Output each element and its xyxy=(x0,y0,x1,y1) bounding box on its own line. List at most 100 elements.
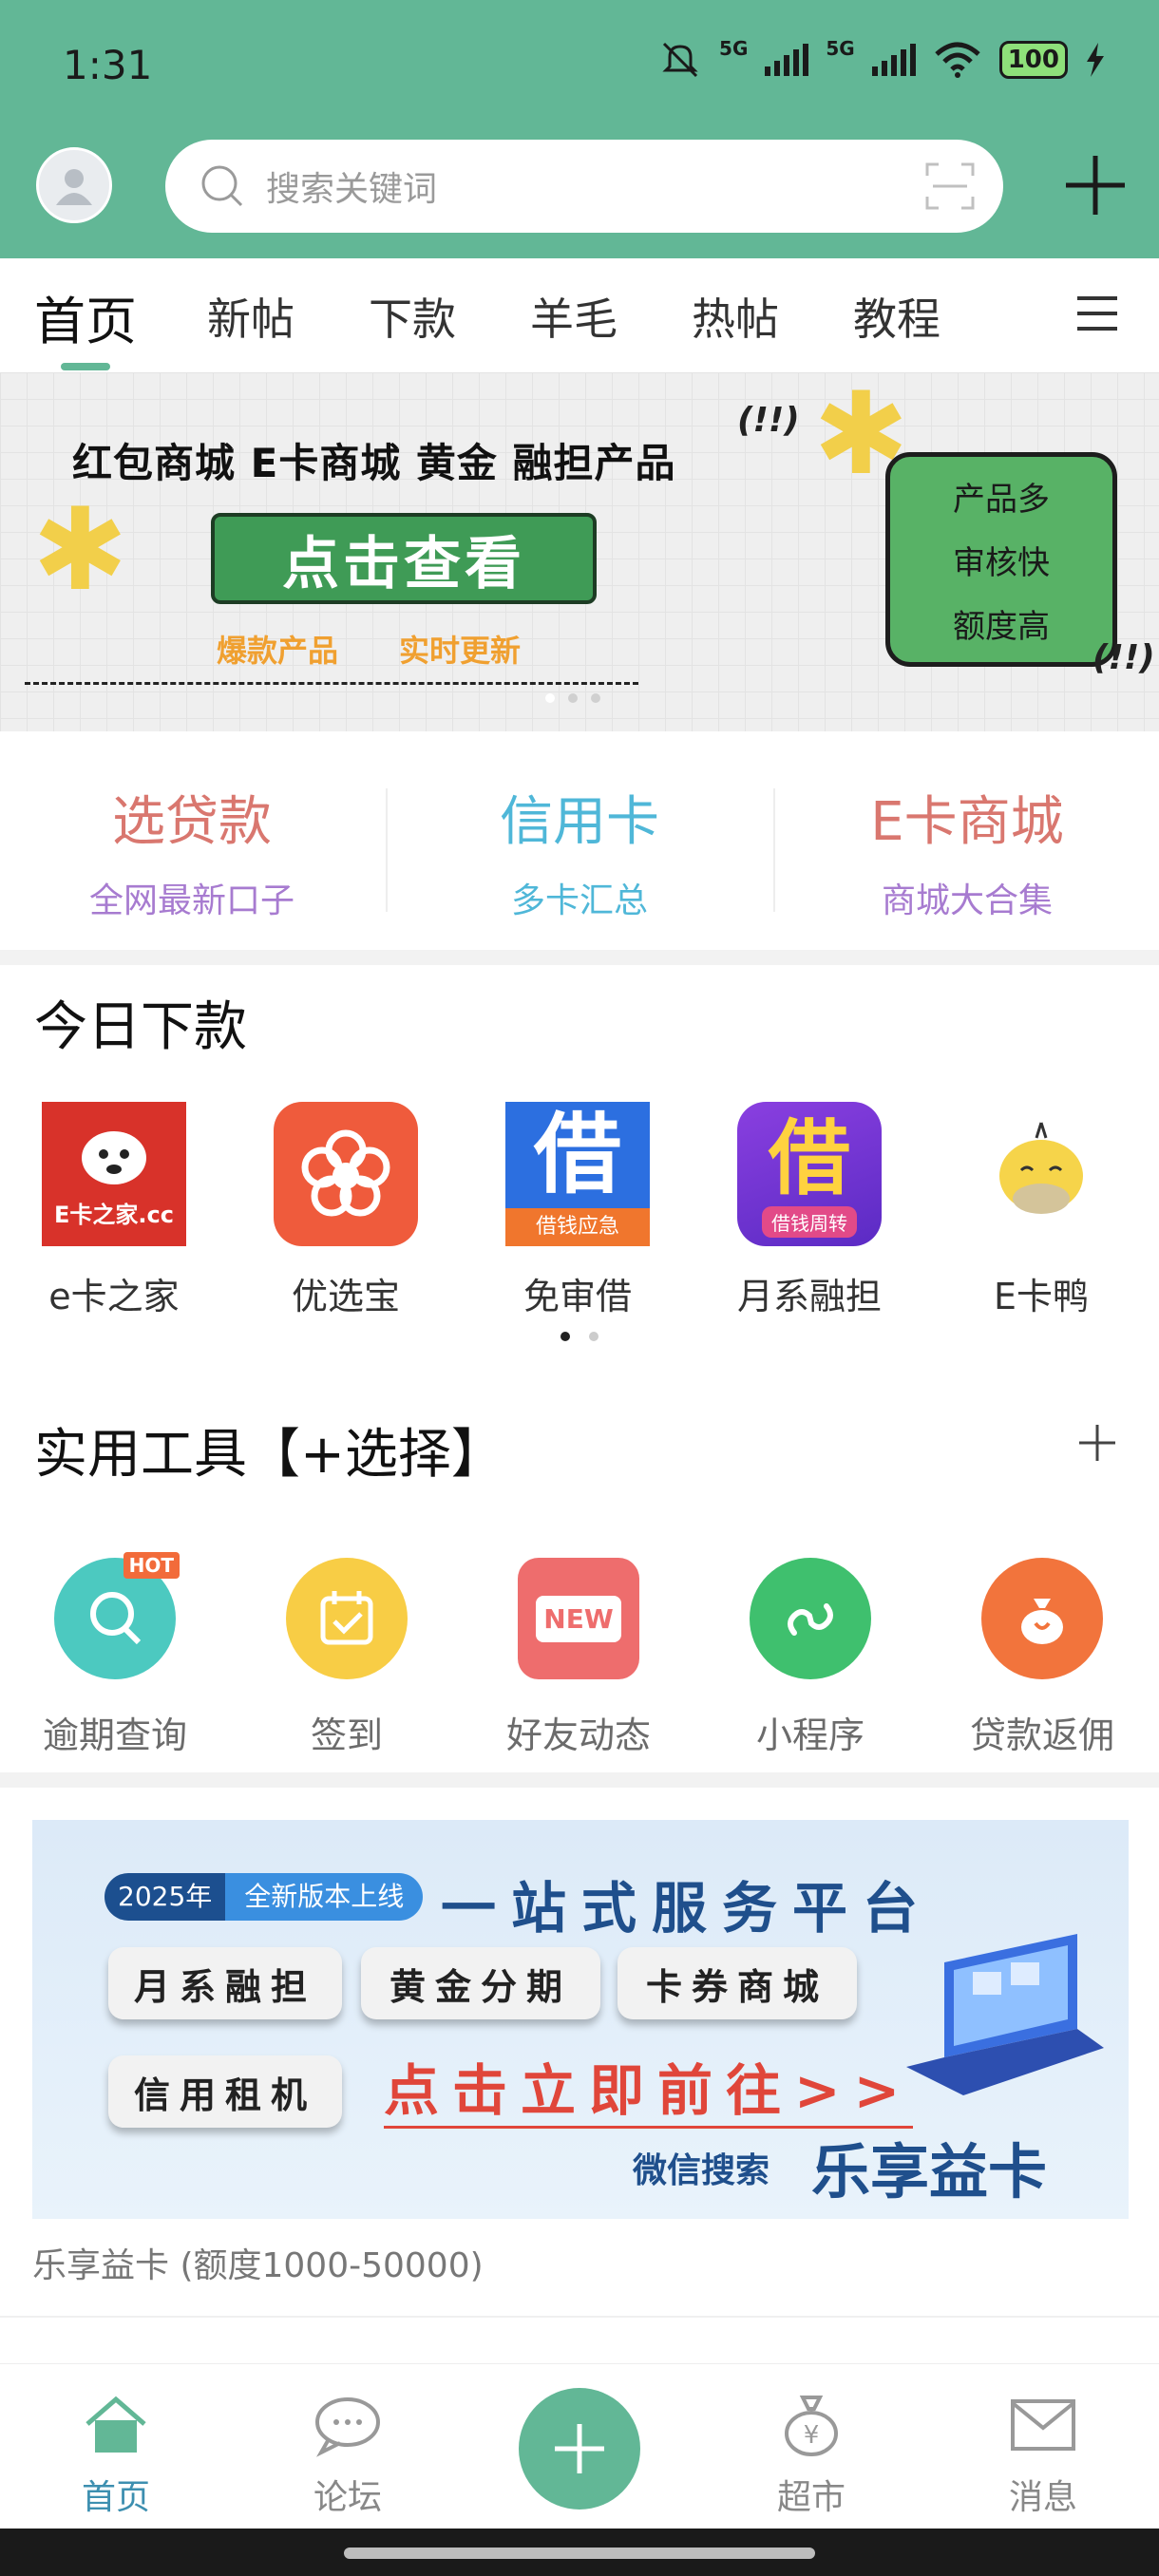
home-icon xyxy=(86,2396,146,2453)
divider xyxy=(386,788,388,912)
app-label: 优选宝 xyxy=(291,1276,400,1317)
carousel-dot-active xyxy=(560,1332,570,1341)
banner-sub-hot: 爆款产品 xyxy=(217,633,339,669)
wifi-icon xyxy=(935,42,980,78)
home-indicator[interactable] xyxy=(344,2548,815,2559)
ad-pill-4: 信用租机 xyxy=(108,2055,342,2128)
avatar[interactable] xyxy=(36,147,112,223)
search-bar[interactable]: 搜索关键词 xyxy=(165,140,1003,233)
new-badge: NEW xyxy=(536,1595,621,1642)
ad-headline: 一站式服务平台 xyxy=(441,1876,934,1941)
tool-friend-activity[interactable]: NEW 好友动态 xyxy=(469,1558,688,1758)
signal-bars-icon-2 xyxy=(871,44,916,76)
banner-sub-update: 实时更新 xyxy=(399,633,522,669)
ad-brand: 乐享益卡 xyxy=(811,2137,1048,2207)
ad-cta[interactable]: 点击立即前往>> xyxy=(384,2046,914,2129)
app-icon-sub: 借钱周转 xyxy=(762,1205,857,1238)
nav-home[interactable]: 首页 xyxy=(40,2392,192,2519)
status-time: 1:31 xyxy=(63,42,153,88)
menu-icon[interactable] xyxy=(1075,294,1119,332)
app-youxuanbao[interactable]: 优选宝 xyxy=(241,1102,450,1319)
duck-icon xyxy=(969,1102,1113,1246)
mini-program-icon xyxy=(750,1558,871,1679)
add-icon[interactable] xyxy=(1062,152,1129,218)
envelope-icon xyxy=(1011,2399,1075,2451)
tab-home[interactable]: 首页 xyxy=(34,279,137,354)
tool-loan-rebate[interactable]: 贷款返佣 xyxy=(933,1558,1151,1758)
feature-2: 审核快 xyxy=(953,543,1050,582)
ad-pill-3: 卡券商城 xyxy=(618,1947,857,2019)
svg-text:¥: ¥ xyxy=(804,2421,820,2450)
nav-label: 超市 xyxy=(776,2478,846,2517)
nav-market[interactable]: ¥ 超市 xyxy=(735,2392,887,2519)
tab-approvals[interactable]: 下款 xyxy=(369,285,456,348)
tool-label: 贷款返佣 xyxy=(969,1714,1114,1756)
scan-icon[interactable] xyxy=(925,162,975,210)
ad-tag-year: 2025年 xyxy=(104,1873,226,1921)
section-title-today: 今日下款 xyxy=(34,996,247,1058)
nav-forum[interactable]: 论坛 xyxy=(272,2392,424,2519)
app-icon-text: 借 xyxy=(533,1104,621,1205)
tool-overdue-query[interactable]: HOT 逾期查询 xyxy=(6,1552,224,1758)
divider xyxy=(773,788,775,912)
dog-icon xyxy=(82,1130,146,1184)
tab-tutorials[interactable]: 教程 xyxy=(853,285,940,348)
signal-bars-icon xyxy=(765,44,809,76)
quick-link-title: 选贷款 xyxy=(112,791,272,853)
search-icon xyxy=(201,165,243,207)
tab-deals[interactable]: 羊毛 xyxy=(530,285,618,348)
tool-mini-program[interactable]: 小程序 xyxy=(701,1558,920,1758)
app-yuexi-rongdan[interactable]: 借 借钱周转 月系融担 xyxy=(705,1102,914,1319)
quick-link-sub: 商城大合集 xyxy=(881,881,1053,920)
ad-caption: 乐享益卡 (额度1000-50000) xyxy=(32,2246,484,2285)
banner-divider xyxy=(25,682,638,685)
app-label: E卡鸭 xyxy=(993,1276,1089,1317)
search-input[interactable]: 搜索关键词 xyxy=(266,161,437,211)
nav-messages[interactable]: 消息 xyxy=(967,2392,1119,2519)
ad-wechat-search: 微信搜索 xyxy=(633,2151,770,2190)
signal-type-2: 5G xyxy=(826,37,855,60)
ecard-home-icon: E卡之家.cc xyxy=(42,1102,186,1246)
tab-new-posts[interactable]: 新帖 xyxy=(207,285,294,348)
app-label: 免审借 xyxy=(522,1276,632,1317)
quick-link-title: 信用卡 xyxy=(500,791,659,853)
ad-banner[interactable]: 2025年 全新版本上线 一站式服务平台 月系融担 黄金分期 卡券商城 信用租机… xyxy=(32,1820,1129,2219)
compose-button[interactable] xyxy=(519,2388,640,2510)
app-label: e卡之家 xyxy=(48,1276,180,1317)
tool-checkin[interactable]: 签到 xyxy=(238,1558,456,1758)
banner-dot-active xyxy=(545,693,555,703)
hot-badge: HOT xyxy=(123,1552,180,1579)
quick-link-sub: 全网最新口子 xyxy=(88,881,294,920)
app-ecard-duck[interactable]: E卡鸭 xyxy=(937,1102,1146,1319)
add-tool-icon[interactable] xyxy=(1077,1423,1117,1463)
quick-link-credit-card[interactable]: 信用卡 多卡汇总 xyxy=(437,779,722,922)
tab-hot-posts[interactable]: 热帖 xyxy=(692,285,779,348)
banner-headline: 红包商城 E卡商城 黄金 融担产品 xyxy=(72,440,676,486)
app-icon-text: E卡之家.cc xyxy=(54,1201,174,1228)
magnifier-icon: HOT xyxy=(54,1552,180,1679)
borrow-purple-icon: 借 借钱周转 xyxy=(737,1102,882,1246)
banner-view-button[interactable]: 点击查看 xyxy=(211,513,597,604)
quick-link-loans[interactable]: 选贷款 全网最新口子 xyxy=(49,779,334,922)
app-icon-sub: 借钱应急 xyxy=(505,1208,650,1246)
battery-indicator: 100 xyxy=(998,41,1068,79)
app-ecard-home[interactable]: E卡之家.cc e卡之家 xyxy=(10,1102,218,1319)
nav-label: 首页 xyxy=(81,2478,150,2517)
tool-label: 小程序 xyxy=(755,1714,864,1756)
tool-label: 好友动态 xyxy=(505,1714,651,1756)
app-icon-text: 借 xyxy=(769,1110,850,1206)
tool-label: 签到 xyxy=(310,1714,383,1756)
app-mianshenjie[interactable]: 借 借钱应急 免审借 xyxy=(473,1102,682,1319)
tab-indicator xyxy=(61,363,110,370)
quick-link-ecard-mall[interactable]: E卡商城 商城大合集 xyxy=(825,779,1110,922)
feature-3: 额度高 xyxy=(953,607,1050,646)
banner-exclaim-2: (!!) xyxy=(1092,638,1155,677)
mute-bell-icon xyxy=(662,42,698,78)
banner-dot xyxy=(591,693,600,703)
section-gap xyxy=(0,950,1159,965)
flower-icon xyxy=(274,1102,418,1246)
ad-pill-2: 黄金分期 xyxy=(361,1947,600,2019)
promo-banner[interactable]: ✱ ✱ 红包商城 E卡商城 黄金 融担产品 (!!) 点击查看 爆款产品 实时更… xyxy=(0,372,1159,731)
divider xyxy=(0,2316,1159,2318)
ad-tag-text: 全新版本上线 xyxy=(225,1873,424,1921)
